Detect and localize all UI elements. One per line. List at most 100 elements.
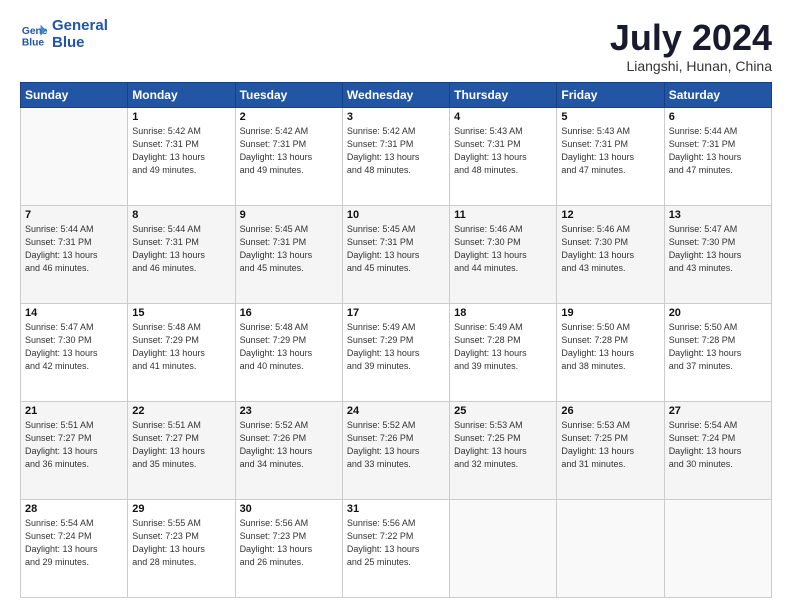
calendar-cell: 26Sunrise: 5:53 AM Sunset: 7:25 PM Dayli… xyxy=(557,401,664,499)
day-info: Sunrise: 5:42 AM Sunset: 7:31 PM Dayligh… xyxy=(347,125,445,177)
calendar-cell: 17 Sunrise: 5:49 AM Sunset: 7:29 PM Dayli… xyxy=(342,303,449,401)
calendar-cell: 16 Sunrise: 5:48 AM Sunset: 7:29 PM Dayli… xyxy=(235,303,342,401)
day-number: 30 xyxy=(240,503,338,515)
title-block: July 2024 Liangshi, Hunan, China xyxy=(610,18,772,74)
day-number: 31 xyxy=(347,503,445,515)
day-number: 13 xyxy=(669,209,767,221)
calendar-cell: 22 Sunrise: 5:51 AM Sunset: 7:27 PM Dayli… xyxy=(128,401,235,499)
calendar-cell xyxy=(557,499,664,597)
calendar-cell: 11 Sunrise: 5:46 AM Sunset: 7:30 PM Dayli… xyxy=(450,205,557,303)
svg-text:Blue: Blue xyxy=(22,37,45,48)
day-number: 21 xyxy=(25,405,123,417)
logo-icon: General Blue xyxy=(20,21,48,49)
day-number: 24 xyxy=(347,405,445,417)
day-info: Sunrise: 5:48 AM Sunset: 7:29 PM Dayligh… xyxy=(240,321,338,373)
day-info: Sunrise: 5:53 AM Sunset: 7:25 PM Dayligh… xyxy=(454,419,552,471)
day-number: 27 xyxy=(669,405,767,417)
weekday-header-monday: Monday xyxy=(128,82,235,107)
day-info: Sunrise: 5:45 AM Sunset: 7:31 PM Dayligh… xyxy=(347,223,445,275)
day-number: 11 xyxy=(454,209,552,221)
day-number: 8 xyxy=(132,209,230,221)
day-info: Sunrise: 5:43 AM Sunset: 7:31 PM Dayligh… xyxy=(561,125,659,177)
location: Liangshi, Hunan, China xyxy=(610,58,772,74)
day-info: Sunrise: 5:46 AM Sunset: 7:30 PM Dayligh… xyxy=(561,223,659,275)
calendar-cell: 19Sunrise: 5:50 AM Sunset: 7:28 PM Dayli… xyxy=(557,303,664,401)
day-number: 18 xyxy=(454,307,552,319)
day-number: 6 xyxy=(669,111,767,123)
day-info: Sunrise: 5:54 AM Sunset: 7:24 PM Dayligh… xyxy=(25,517,123,569)
calendar-cell: 24 Sunrise: 5:52 AM Sunset: 7:26 PM Dayli… xyxy=(342,401,449,499)
calendar-cell: 12 Sunrise: 5:46 AM Sunset: 7:30 PM Dayli… xyxy=(557,205,664,303)
logo: General Blue General Blue xyxy=(20,18,108,51)
calendar-cell: 6 Sunrise: 5:44 AM Sunset: 7:31 PM Daylig… xyxy=(664,107,771,205)
day-number: 5 xyxy=(561,111,659,123)
day-info: Sunrise: 5:43 AM Sunset: 7:31 PM Dayligh… xyxy=(454,125,552,177)
calendar-table: SundayMondayTuesdayWednesdayThursdayFrid… xyxy=(20,82,772,598)
weekday-header-saturday: Saturday xyxy=(664,82,771,107)
day-info: Sunrise: 5:45 AM Sunset: 7:31 PM Dayligh… xyxy=(240,223,338,275)
calendar-cell xyxy=(664,499,771,597)
calendar-cell xyxy=(450,499,557,597)
day-info: Sunrise: 5:51 AM Sunset: 7:27 PM Dayligh… xyxy=(25,419,123,471)
calendar-cell: 5 Sunrise: 5:43 AM Sunset: 7:31 PM Daylig… xyxy=(557,107,664,205)
calendar-cell: 1Sunrise: 5:42 AM Sunset: 7:31 PM Daylig… xyxy=(128,107,235,205)
weekday-header-friday: Friday xyxy=(557,82,664,107)
calendar-cell: 8 Sunrise: 5:44 AM Sunset: 7:31 PM Daylig… xyxy=(128,205,235,303)
weekday-header-sunday: Sunday xyxy=(21,82,128,107)
day-info: Sunrise: 5:52 AM Sunset: 7:26 PM Dayligh… xyxy=(240,419,338,471)
day-number: 29 xyxy=(132,503,230,515)
day-info: Sunrise: 5:47 AM Sunset: 7:30 PM Dayligh… xyxy=(25,321,123,373)
month-year: July 2024 xyxy=(610,18,772,58)
day-info: Sunrise: 5:55 AM Sunset: 7:23 PM Dayligh… xyxy=(132,517,230,569)
calendar-cell: 27 Sunrise: 5:54 AM Sunset: 7:24 PM Dayli… xyxy=(664,401,771,499)
day-info: Sunrise: 5:54 AM Sunset: 7:24 PM Dayligh… xyxy=(669,419,767,471)
day-number: 16 xyxy=(240,307,338,319)
calendar-cell: 9 Sunrise: 5:45 AM Sunset: 7:31 PM Daylig… xyxy=(235,205,342,303)
day-info: Sunrise: 5:44 AM Sunset: 7:31 PM Dayligh… xyxy=(132,223,230,275)
calendar-cell: 23 Sunrise: 5:52 AM Sunset: 7:26 PM Dayli… xyxy=(235,401,342,499)
day-number: 23 xyxy=(240,405,338,417)
weekday-header-thursday: Thursday xyxy=(450,82,557,107)
day-number: 15 xyxy=(132,307,230,319)
day-info: Sunrise: 5:46 AM Sunset: 7:30 PM Dayligh… xyxy=(454,223,552,275)
day-info: Sunrise: 5:49 AM Sunset: 7:28 PM Dayligh… xyxy=(454,321,552,373)
day-number: 7 xyxy=(25,209,123,221)
calendar-cell: 30Sunrise: 5:56 AM Sunset: 7:23 PM Dayli… xyxy=(235,499,342,597)
day-info: Sunrise: 5:53 AM Sunset: 7:25 PM Dayligh… xyxy=(561,419,659,471)
calendar-cell: 25 Sunrise: 5:53 AM Sunset: 7:25 PM Dayli… xyxy=(450,401,557,499)
day-number: 17 xyxy=(347,307,445,319)
day-number: 25 xyxy=(454,405,552,417)
day-number: 10 xyxy=(347,209,445,221)
day-info: Sunrise: 5:52 AM Sunset: 7:26 PM Dayligh… xyxy=(347,419,445,471)
weekday-header-tuesday: Tuesday xyxy=(235,82,342,107)
day-info: Sunrise: 5:44 AM Sunset: 7:31 PM Dayligh… xyxy=(669,125,767,177)
day-number: 12 xyxy=(561,209,659,221)
day-number: 4 xyxy=(454,111,552,123)
day-number: 14 xyxy=(25,307,123,319)
day-info: Sunrise: 5:42 AM Sunset: 7:31 PM Dayligh… xyxy=(132,125,230,177)
day-number: 19 xyxy=(561,307,659,319)
weekday-header-wednesday: Wednesday xyxy=(342,82,449,107)
calendar-cell: 29 Sunrise: 5:55 AM Sunset: 7:23 PM Dayli… xyxy=(128,499,235,597)
day-number: 20 xyxy=(669,307,767,319)
calendar-cell: 18 Sunrise: 5:49 AM Sunset: 7:28 PM Dayli… xyxy=(450,303,557,401)
logo-text: General Blue xyxy=(52,18,108,51)
day-info: Sunrise: 5:51 AM Sunset: 7:27 PM Dayligh… xyxy=(132,419,230,471)
calendar-cell: 7 Sunrise: 5:44 AM Sunset: 7:31 PM Daylig… xyxy=(21,205,128,303)
calendar-cell: 2Sunrise: 5:42 AM Sunset: 7:31 PM Daylig… xyxy=(235,107,342,205)
day-info: Sunrise: 5:47 AM Sunset: 7:30 PM Dayligh… xyxy=(669,223,767,275)
day-info: Sunrise: 5:50 AM Sunset: 7:28 PM Dayligh… xyxy=(669,321,767,373)
day-info: Sunrise: 5:44 AM Sunset: 7:31 PM Dayligh… xyxy=(25,223,123,275)
day-number: 22 xyxy=(132,405,230,417)
day-info: Sunrise: 5:49 AM Sunset: 7:29 PM Dayligh… xyxy=(347,321,445,373)
calendar-cell: 10 Sunrise: 5:45 AM Sunset: 7:31 PM Dayli… xyxy=(342,205,449,303)
calendar-cell: 4 Sunrise: 5:43 AM Sunset: 7:31 PM Daylig… xyxy=(450,107,557,205)
day-info: Sunrise: 5:48 AM Sunset: 7:29 PM Dayligh… xyxy=(132,321,230,373)
calendar-cell: 20 Sunrise: 5:50 AM Sunset: 7:28 PM Dayli… xyxy=(664,303,771,401)
day-number: 28 xyxy=(25,503,123,515)
calendar-cell: 31Sunrise: 5:56 AM Sunset: 7:22 PM Dayli… xyxy=(342,499,449,597)
page-header: General Blue General Blue July 2024 Lian… xyxy=(20,18,772,74)
day-number: 2 xyxy=(240,111,338,123)
day-number: 3 xyxy=(347,111,445,123)
day-number: 9 xyxy=(240,209,338,221)
